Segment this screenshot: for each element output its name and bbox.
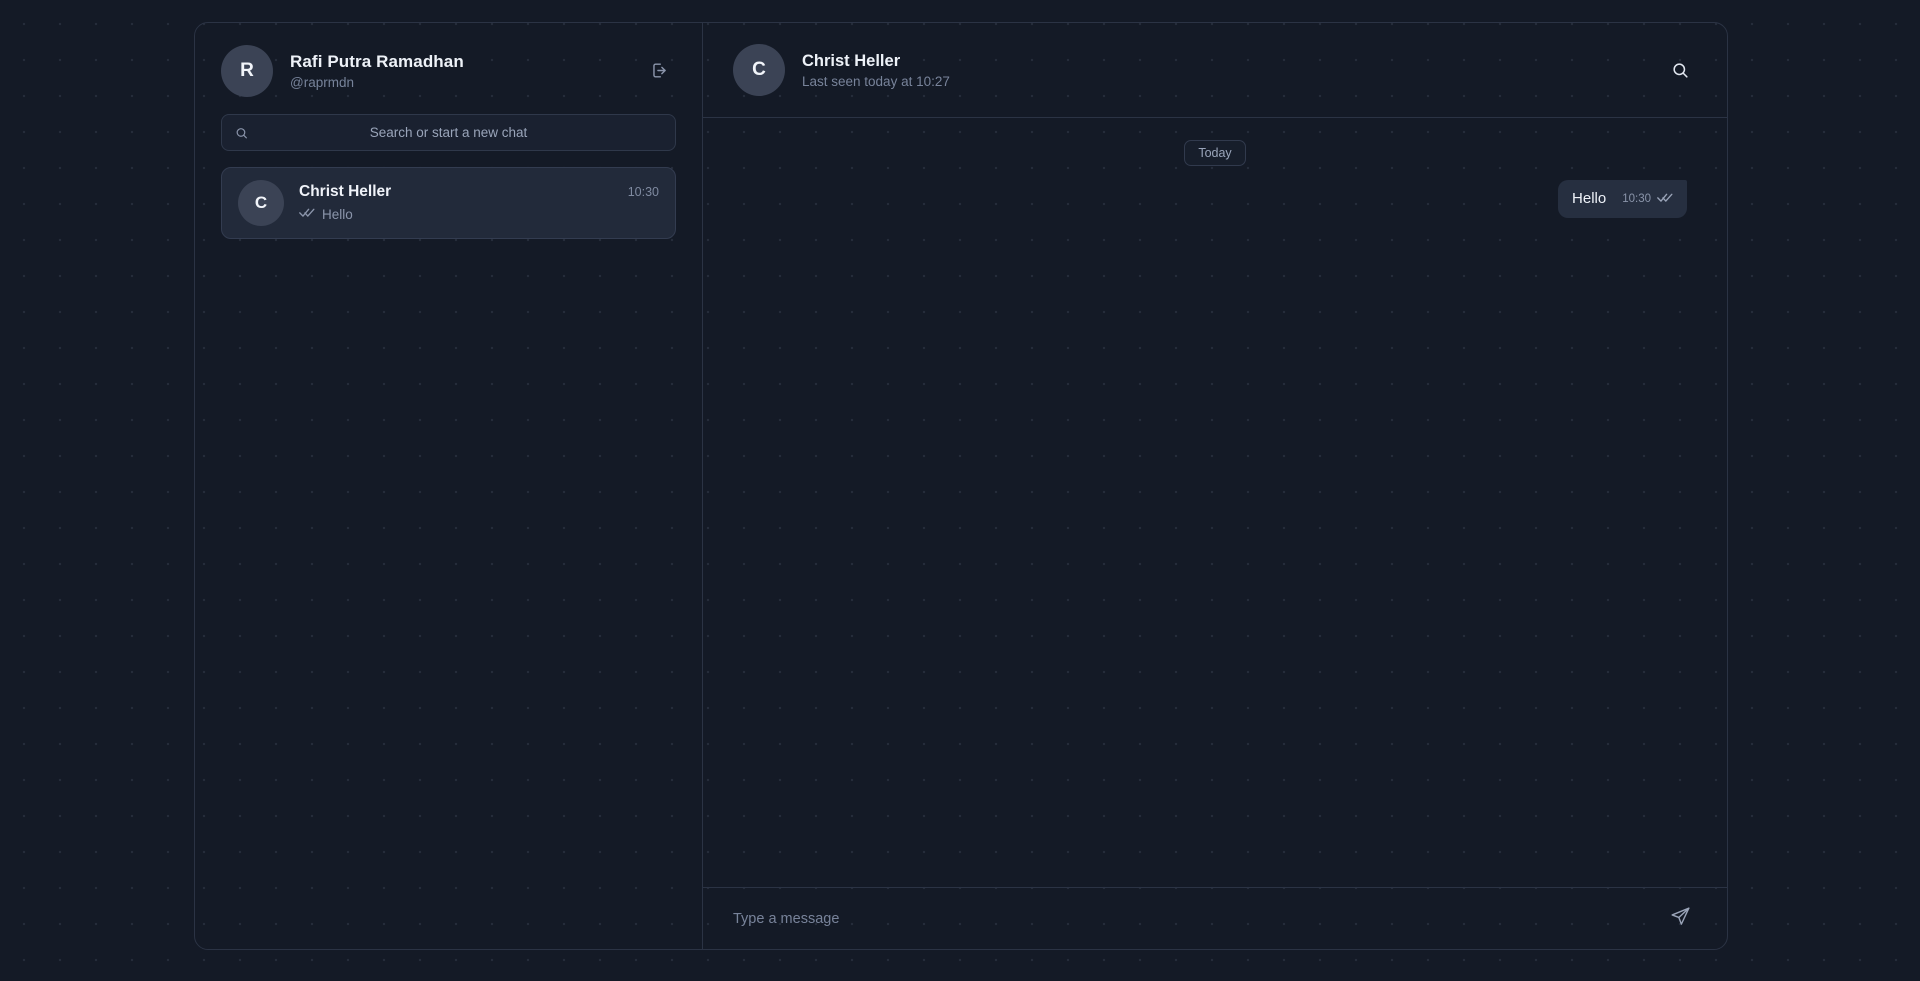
message-row: Hello 10:30 [743,180,1687,218]
profile-handle: @raprmdn [290,74,354,90]
send-button[interactable] [1663,902,1697,936]
app-window: R Rafi Putra Ramadhan @raprmdn Search or… [194,22,1728,950]
search-section [195,114,702,151]
chat-item-preview-row: Hello [299,205,659,223]
avatar: R [221,44,273,97]
messages-area: Today Hello 10:30 [703,118,1727,887]
day-divider: Today [743,140,1687,166]
search-icon [235,126,248,139]
search-box[interactable] [221,114,676,151]
chat-search-button[interactable] [1663,53,1697,87]
avatar-initial: C [254,193,268,212]
chat-item-preview: Hello [322,206,353,222]
message-composer [703,887,1727,949]
avatar: C [733,44,785,96]
chat-panel: C Christ Heller Last seen today at 10:27… [703,23,1727,949]
profile-name: Rafi Putra Ramadhan [290,51,464,71]
chat-item-time: 10:30 [627,185,659,199]
chat-header-status: Last seen today at 10:27 [802,73,950,89]
send-icon [1670,906,1691,932]
sidebar: R Rafi Putra Ramadhan @raprmdn Search or… [195,23,703,949]
chat-item-top-row: Christ Heller 10:30 [299,183,659,201]
chat-header-name: Christ Heller [802,51,901,70]
avatar: C [238,180,284,226]
sidebar-header: R Rafi Putra Ramadhan @raprmdn [195,23,702,118]
message-meta: 10:30 [1622,190,1673,209]
chat-header: C Christ Heller Last seen today at 10:27 [703,23,1727,118]
day-divider-label: Today [1184,140,1246,166]
double-check-icon [299,205,315,223]
logout-icon [650,61,669,80]
chat-item-name: Christ Heller [299,183,392,200]
chat-list-item[interactable]: C Christ Heller 10:30 Hello [221,167,676,239]
chat-header-meta: Christ Heller Last seen today at 10:27 [802,52,1663,89]
message-input[interactable] [733,910,1649,927]
double-check-icon [1657,190,1673,208]
avatar-initial: R [240,59,254,81]
avatar-initial: C [752,59,766,80]
chat-item-body: Christ Heller 10:30 Hello [299,183,659,223]
message-time: 10:30 [1622,193,1651,205]
chat-list: C Christ Heller 10:30 Hello [195,167,702,949]
message-bubble[interactable]: Hello 10:30 [1558,180,1687,218]
profile-meta: Rafi Putra Ramadhan @raprmdn [290,52,642,90]
search-icon [1671,61,1690,80]
logout-button[interactable] [642,54,676,88]
message-text: Hello [1572,190,1607,208]
search-input[interactable] [222,115,675,150]
